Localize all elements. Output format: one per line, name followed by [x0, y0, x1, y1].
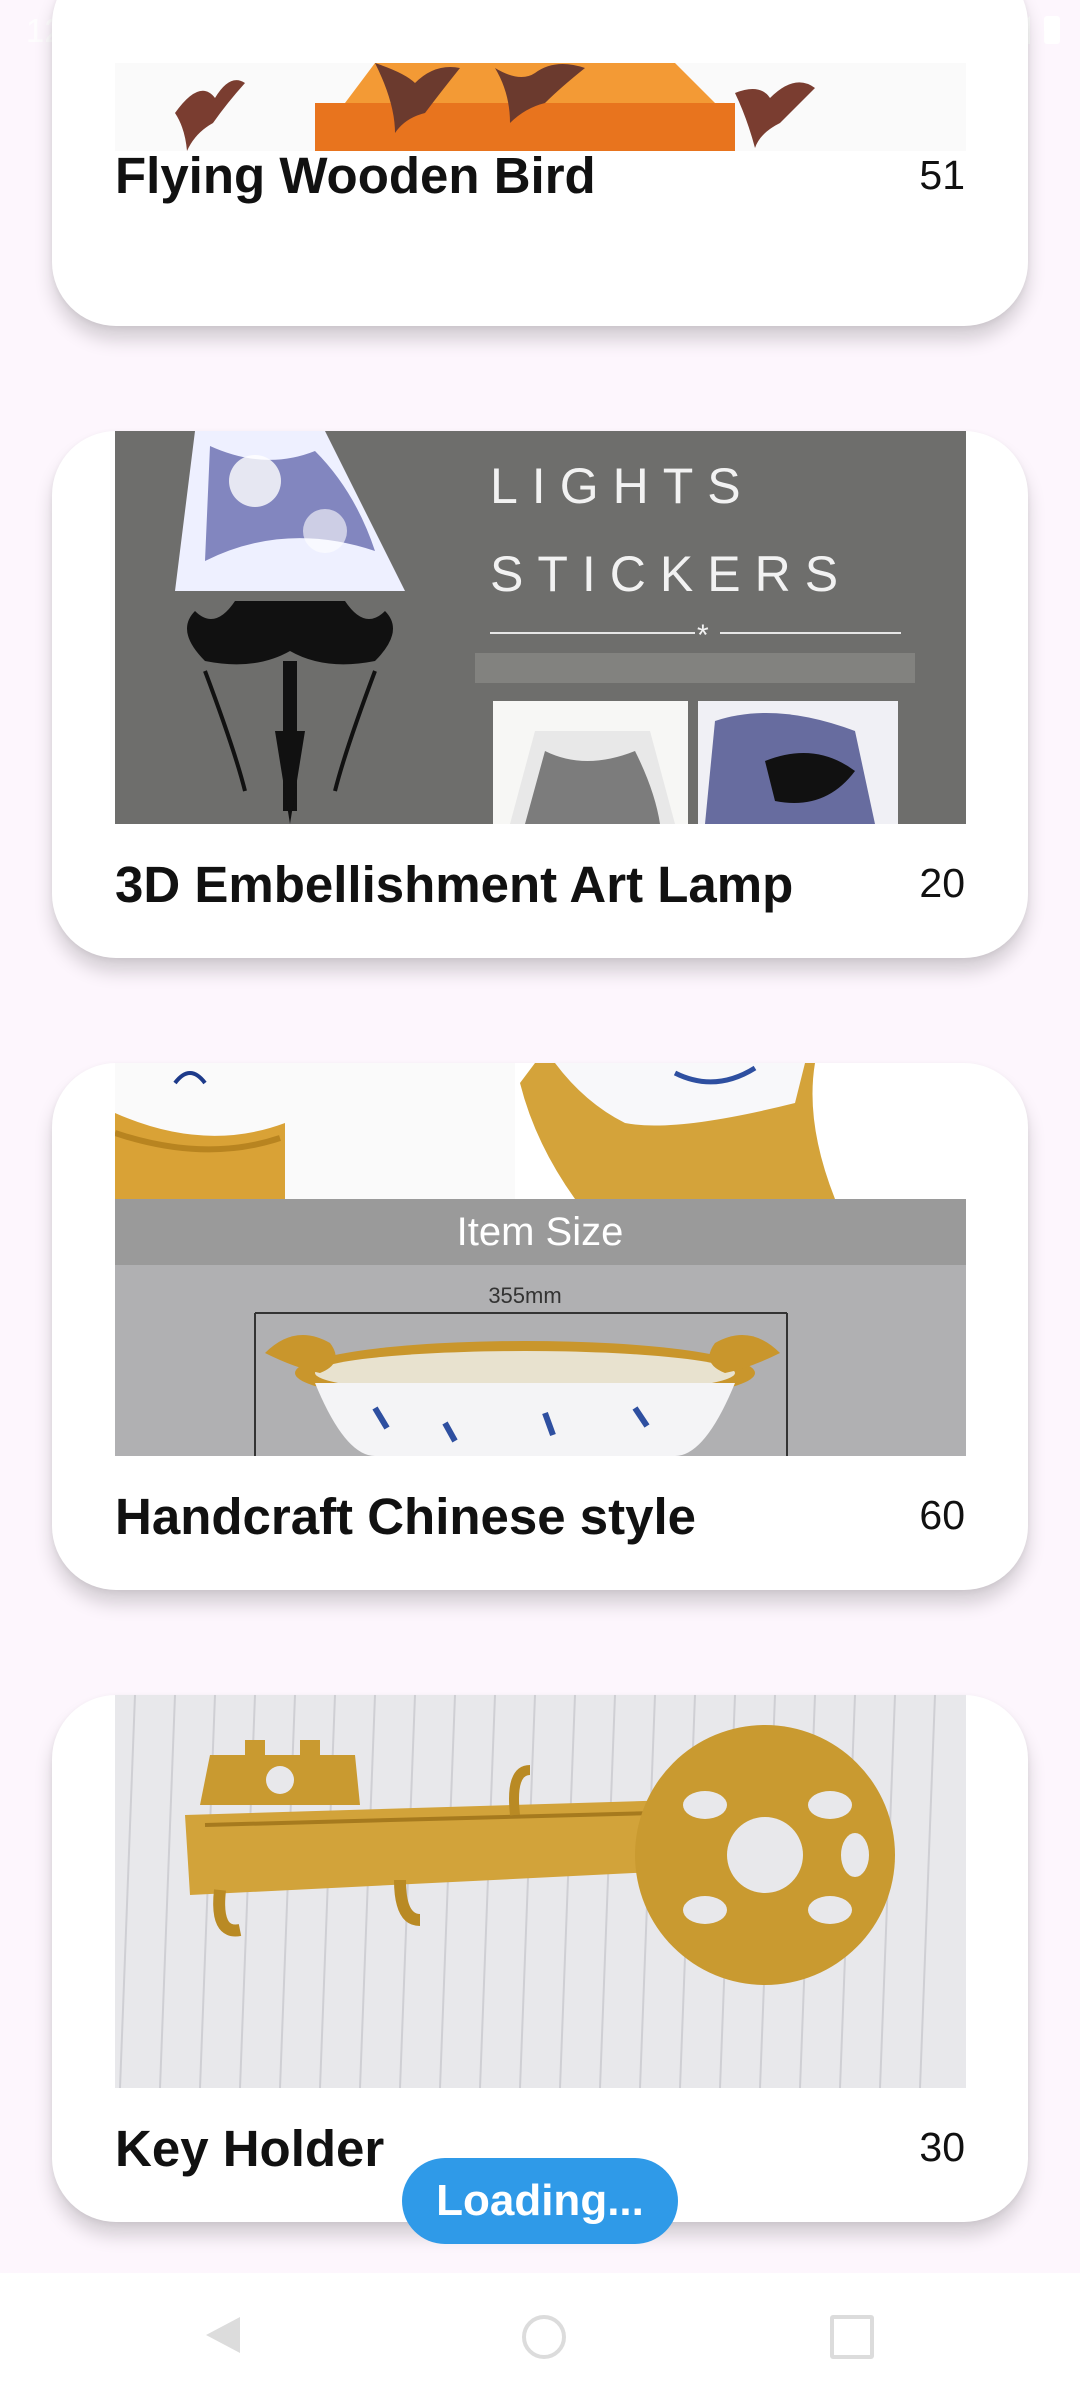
product-image-flying-wooden-bird: [115, 63, 966, 151]
product-image-key-holder: [115, 1695, 966, 2088]
home-icon[interactable]: [522, 2315, 566, 2359]
image-text-item-size: Item Size: [457, 1210, 624, 1254]
product-card[interactable]: Key Holder 30: [52, 1695, 1028, 2222]
system-nav-bar: [0, 2273, 1080, 2400]
back-icon[interactable]: [206, 2317, 240, 2353]
product-count: 51: [919, 152, 965, 198]
product-card[interactable]: LIGHTS STICKERS * 3D Embellishment Art L…: [52, 431, 1028, 958]
product-count: 60: [919, 1492, 965, 1538]
battery-icon: [1044, 16, 1060, 44]
product-image-art-lamp: LIGHTS STICKERS *: [115, 431, 966, 824]
product-count: 20: [919, 860, 965, 906]
product-title: Handcraft Chinese style: [115, 1488, 697, 1545]
product-title: Flying Wooden Bird: [115, 147, 596, 204]
loading-toast: Loading...: [402, 2158, 678, 2244]
product-title: Key Holder: [115, 2120, 385, 2177]
product-card[interactable]: Flying Wooden Bird 51: [52, 0, 1028, 326]
recents-icon[interactable]: [830, 2315, 874, 2359]
product-card[interactable]: Item Size 355mm Handcraft Chinese style …: [52, 1063, 1028, 1590]
image-text-star: *: [697, 619, 709, 652]
image-text-dimension: 355mm: [488, 1283, 561, 1308]
product-image-chinese-bowl: Item Size 355mm: [115, 1063, 966, 1456]
product-count: 30: [919, 2124, 965, 2170]
image-text-lights: LIGHTS: [490, 458, 755, 514]
image-text-stickers: STICKERS: [490, 546, 852, 602]
product-title: 3D Embellishment Art Lamp: [115, 856, 794, 913]
